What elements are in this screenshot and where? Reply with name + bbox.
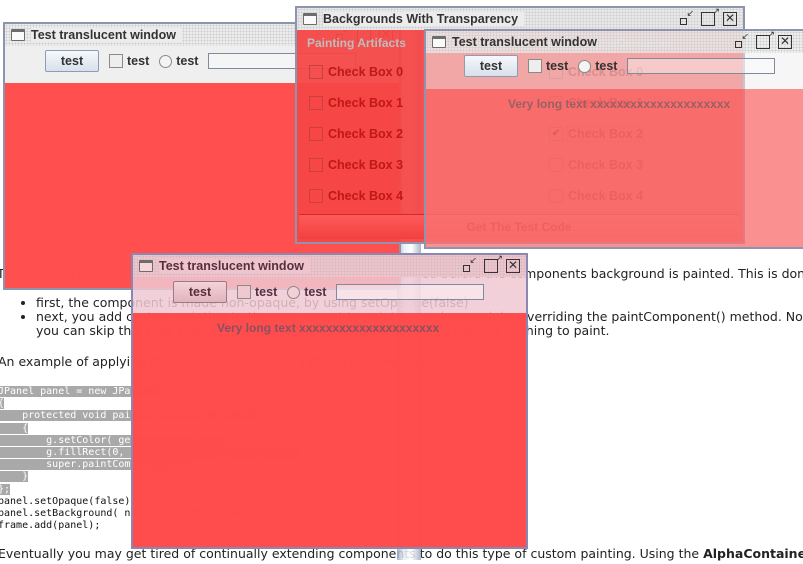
code-line: frame.add(panel); <box>0 520 101 532</box>
long-text-label: Very long text xxxxxxxxxxxxxxxxxxxxx <box>508 97 731 111</box>
window-title: Backgrounds With Transparency <box>323 12 525 26</box>
test-checkbox[interactable] <box>528 59 542 73</box>
radio-label: test <box>304 285 327 299</box>
test-button[interactable]: test <box>45 50 99 72</box>
text-field[interactable] <box>336 284 485 300</box>
test-radio[interactable] <box>578 59 592 73</box>
window-icon <box>139 260 153 272</box>
checkbox[interactable] <box>309 188 323 203</box>
maximize-icon[interactable] <box>484 253 503 273</box>
minimize-icon[interactable] <box>462 255 477 273</box>
checkbox-label: Check Box 2 <box>328 126 404 141</box>
painting-artifacts-label: Painting Artifacts <box>307 36 406 50</box>
checkbox-label: test <box>546 59 569 73</box>
code-line: { <box>0 398 5 410</box>
minimize-icon[interactable] <box>734 31 749 49</box>
test-button[interactable]: test <box>464 55 518 77</box>
window-toolbar: test test test <box>426 51 803 81</box>
checkbox[interactable] <box>309 64 323 79</box>
window-title: Test translucent window <box>159 259 310 273</box>
close-icon[interactable]: ✕ <box>506 259 520 273</box>
test-checkbox[interactable] <box>109 54 123 68</box>
long-text-label: Very long text xxxxxxxxxxxxxxxxxxxxx <box>217 321 440 335</box>
close-icon[interactable]: ✕ <box>723 12 737 26</box>
close-icon[interactable]: ✕ <box>778 35 792 49</box>
checkbox-label: Check Box 4 <box>328 188 404 203</box>
text-field[interactable] <box>627 58 776 74</box>
window-title: Test translucent window <box>452 35 597 49</box>
maximize-icon[interactable] <box>756 29 775 49</box>
test-radio[interactable] <box>287 285 301 299</box>
window-toolbar: test test test <box>133 277 526 307</box>
test-checkbox[interactable] <box>237 285 251 299</box>
checkbox[interactable] <box>309 126 323 141</box>
test-radio[interactable] <box>159 54 173 68</box>
radio-label: test <box>595 59 618 73</box>
checkbox-row[interactable]: Check Box 4 <box>309 180 403 211</box>
test-button[interactable]: test <box>173 281 227 303</box>
translucent-panel <box>426 89 803 247</box>
checkbox-label: Check Box 3 <box>328 157 404 172</box>
maximize-icon[interactable] <box>701 6 720 26</box>
window-icon <box>432 36 446 48</box>
code-line: panel.setOpaque(false); <box>0 495 137 507</box>
translucent-panel <box>133 313 526 547</box>
checkbox-label: test <box>127 54 150 68</box>
minimize-icon[interactable] <box>679 8 694 26</box>
code-line: } <box>0 471 29 483</box>
checkbox-label: test <box>255 285 278 299</box>
window-icon <box>11 29 25 41</box>
painting-artifacts-checkboxes: Check Box 0 Check Box 1 Check Box 2 Chec… <box>309 56 403 211</box>
title-bar[interactable]: Backgrounds With Transparency ✕ <box>297 6 743 30</box>
title-bar[interactable]: Test translucent window ✕ <box>426 29 803 53</box>
window-icon <box>303 13 317 25</box>
checkbox-label: Check Box 1 <box>328 95 404 110</box>
code-line: { <box>0 422 29 434</box>
checkbox-row[interactable]: Check Box 1 <box>309 87 403 118</box>
checkbox-row[interactable]: Check Box 0 <box>309 56 403 87</box>
checkbox-row[interactable]: Check Box 2 <box>309 118 403 149</box>
window-title: Test translucent window <box>31 28 182 42</box>
checkbox-label: Check Box 0 <box>328 64 404 79</box>
translucent-window-top-right[interactable]: Test translucent window ✕ test test test… <box>424 29 803 249</box>
radio-label: test <box>176 54 199 68</box>
checkbox-row[interactable]: Check Box 3 <box>309 149 403 180</box>
translucent-window-bottom[interactable]: Test translucent window ✕ test test test… <box>131 253 528 549</box>
alpha-container-term: AlphaContainer <box>703 546 803 561</box>
checkbox[interactable] <box>309 95 323 110</box>
title-bar[interactable]: Test translucent window ✕ <box>133 253 526 277</box>
checkbox[interactable] <box>309 157 323 172</box>
code-line: }; <box>0 483 11 495</box>
